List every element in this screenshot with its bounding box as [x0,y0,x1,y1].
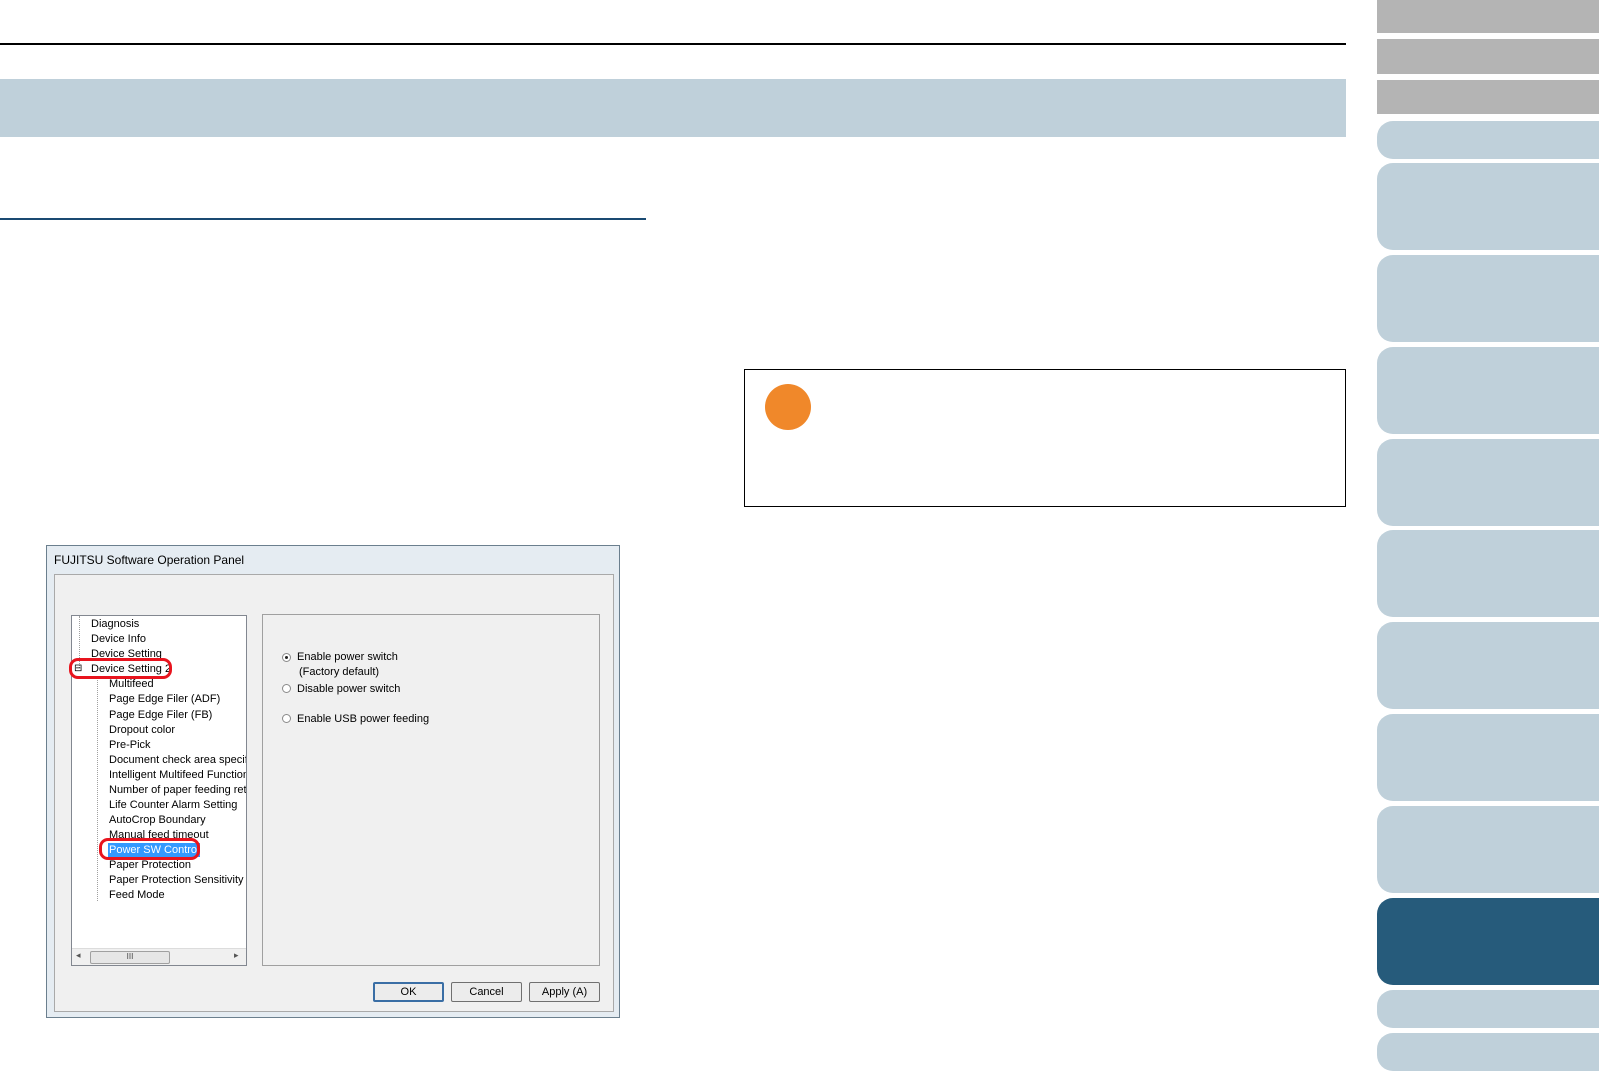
tree-item-intelligent-multifeed[interactable]: Intelligent Multifeed Function [109,768,246,782]
scroll-thumb[interactable]: III [90,951,170,964]
tree-horizontal-scrollbar[interactable]: ◂ III ▸ [72,948,246,965]
scroll-left-icon[interactable]: ◂ [76,950,81,961]
enable-usb-power-feeding-radio[interactable] [282,714,291,723]
apply-button[interactable]: Apply (A) [529,982,600,1002]
tree-item-diagnosis[interactable]: Diagnosis [91,617,139,631]
tree-item-autocrop-boundary[interactable]: AutoCrop Boundary [109,813,206,827]
dialog-title: FUJITSU Software Operation Panel [54,553,245,567]
nav-tab-5[interactable] [1377,163,1599,250]
ok-button[interactable]: OK [373,982,444,1002]
nav-tab-11[interactable] [1377,714,1599,801]
highlight-power-sw-control [99,838,200,860]
tree-item-page-edge-filer-fb[interactable]: Page Edge Filer (FB) [109,708,212,722]
note-box [744,369,1346,507]
nav-tab-1[interactable] [1377,0,1599,33]
nav-tab-14[interactable] [1377,990,1599,1028]
disable-power-switch-label[interactable]: Disable power switch [297,683,400,695]
enable-power-switch-radio[interactable] [282,653,291,662]
title-band [0,79,1346,137]
tree-item-page-edge-filer-adf[interactable]: Page Edge Filer (ADF) [109,692,220,706]
dialog-client-area: Diagnosis Device Info Device Setting ⊟ D… [54,574,614,1012]
nav-tab-8[interactable] [1377,439,1599,526]
nav-tab-13-active[interactable] [1377,898,1599,985]
nav-tab-4[interactable] [1377,121,1599,159]
tree-item-paper-protection-sensitivity[interactable]: Paper Protection Sensitivity [109,873,244,887]
nav-tab-2[interactable] [1377,39,1599,74]
nav-tab-3[interactable] [1377,80,1599,114]
tree-item-life-counter-alarm[interactable]: Life Counter Alarm Setting [109,798,237,812]
highlight-device-setting-2 [69,658,172,679]
tree-item-feed-mode[interactable]: Feed Mode [109,888,165,902]
tree-item-device-info[interactable]: Device Info [91,632,146,646]
tree-item-paper-protection[interactable]: Paper Protection [109,858,191,872]
settings-panel: Enable power switch (Factory default) Di… [262,614,600,966]
cancel-button[interactable]: Cancel [451,982,522,1002]
attention-icon [765,384,811,430]
nav-tab-10[interactable] [1377,622,1599,709]
tree-connector [97,676,98,901]
nav-tab-15[interactable] [1377,1033,1599,1071]
enable-usb-power-feeding-label[interactable]: Enable USB power feeding [297,713,429,725]
nav-tab-9[interactable] [1377,530,1599,617]
tree-item-multifeed[interactable]: Multifeed [109,677,154,691]
nav-tab-7[interactable] [1377,347,1599,434]
scroll-right-icon[interactable]: ▸ [234,950,239,961]
disable-power-switch-radio[interactable] [282,684,291,693]
tree-item-document-check-area[interactable]: Document check area specific [109,753,246,767]
tree-item-paper-feeding-retries[interactable]: Number of paper feeding retries [109,783,246,797]
operation-panel-dialog: FUJITSU Software Operation Panel Diagnos… [46,545,620,1018]
top-rule [0,43,1346,45]
section-rule [0,218,646,220]
nav-tab-6[interactable] [1377,255,1599,342]
tree-item-dropout-color[interactable]: Dropout color [109,723,175,737]
tree-item-pre-pick[interactable]: Pre-Pick [109,738,151,752]
enable-power-switch-label[interactable]: Enable power switch [297,651,398,663]
nav-tab-12[interactable] [1377,806,1599,893]
factory-default-label: (Factory default) [299,666,380,678]
